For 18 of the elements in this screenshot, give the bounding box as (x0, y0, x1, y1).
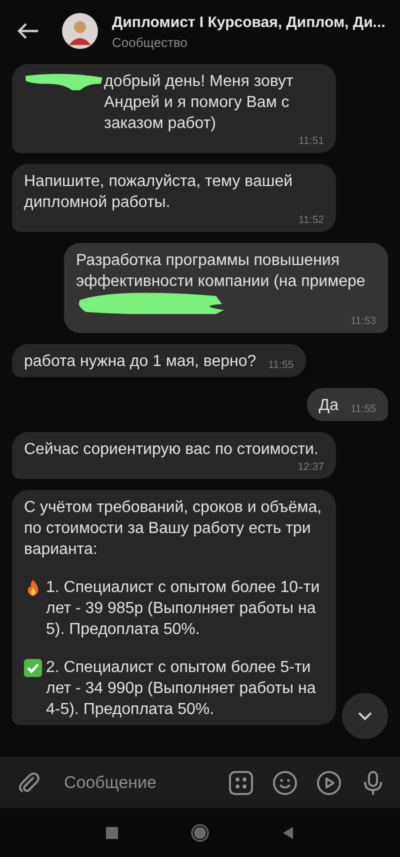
message-text: работа нужна до 1 мая, верно? (24, 352, 256, 372)
message-time: 11:55 (350, 402, 376, 416)
message-text: Сейчас сориентирую вас по стоимости. (24, 440, 318, 460)
message-text: Да (318, 396, 338, 416)
message-text: Напишите, пожалуйста, тему вашей дипломной работы. (24, 172, 294, 213)
chat-subtitle: Сообщество (112, 34, 188, 50)
message-input[interactable]: Сообщение (62, 772, 216, 794)
message-text: 1. Специалист с опытом более 10-ти лет - 39 985р (Выполняет работы на 5). Предоплата 50%. (46, 578, 321, 640)
message-time: 11:53 (350, 314, 376, 328)
message-text: Разработка программы повышения эффективности компании (на примере (76, 251, 366, 292)
message-text: С учётом требований, сроков и объёма, по стоимости за Вашу работу есть три варианта: (24, 498, 323, 560)
message-time: 11:52 (298, 213, 324, 227)
message-time: 11:51 (298, 134, 324, 148)
chat-title: Дипломист I Курсовая, Диплом, Ди... (112, 12, 386, 32)
message-time: 12:37 (296, 460, 324, 474)
message-time: 11:55 (267, 358, 294, 372)
message-text: добрый день! Меня зовут Андрей и я помогу Вам с заказом работ) (104, 72, 294, 134)
message-text: 2. Специалист с опытом более 5-ти лет - 34 990р (Выполняет работы на 4-5). Предоплата 50%. (46, 658, 317, 720)
